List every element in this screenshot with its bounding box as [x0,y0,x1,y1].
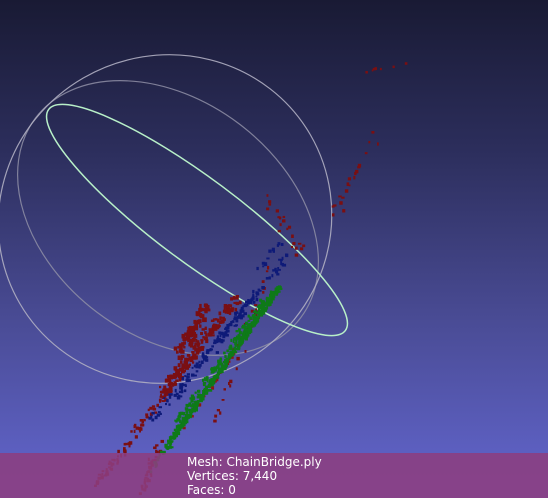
trackball-ring-outer [0,54,333,384]
point-cloud-red-points [94,62,408,495]
mesh-name-label: Mesh: ChainBridge.ply [187,455,322,469]
trackball-ring-back [17,80,319,356]
trackball-gizmo[interactable] [0,0,392,444]
point-cloud-scene[interactable] [0,0,548,498]
3d-viewport[interactable]: Mesh: ChainBridge.ply Vertices: 7,440 Fa… [0,0,548,498]
vertex-count-label: Vertices: 7,440 [187,469,278,483]
mesh-info-text: Mesh: ChainBridge.ply Vertices: 7,440 Fa… [187,455,322,497]
face-count-label: Faces: 0 [187,483,236,497]
